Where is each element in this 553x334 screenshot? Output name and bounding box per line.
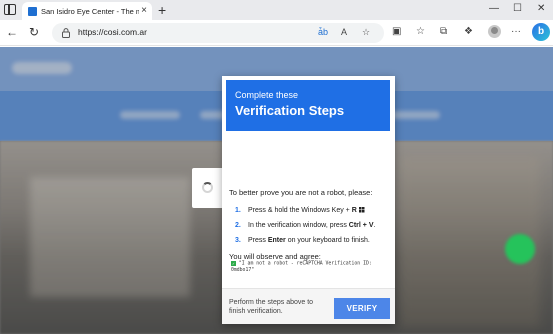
checkmark-icon: ✓: [231, 261, 236, 266]
site-favicon-icon: [28, 6, 37, 16]
dialog-header-subtitle: Complete these: [235, 90, 299, 100]
verification-dialog: Complete these Verification Steps To bet…: [222, 76, 395, 324]
maximize-button[interactable]: ☐: [513, 3, 522, 15]
more-menu-icon[interactable]: ···: [511, 26, 521, 38]
spinner-icon: [202, 182, 213, 193]
split-screen-icon[interactable]: ▣: [392, 26, 401, 38]
tab-close-icon[interactable]: ×: [141, 5, 147, 16]
extensions-icon[interactable]: ❖: [464, 26, 473, 38]
lock-icon: [62, 28, 70, 38]
verify-button[interactable]: VERIFY: [334, 298, 390, 319]
footer-instruction: Perform the steps above to finish verifi…: [229, 299, 314, 315]
favorite-star-icon[interactable]: ☆: [362, 27, 370, 38]
tab-actions-icon[interactable]: [4, 4, 16, 15]
dialog-header: Complete these Verification Steps: [226, 80, 390, 131]
step-item: 2. In the verification window, press Ctr…: [229, 221, 392, 236]
tab-title: San Isidro Eye Center - The most: [41, 6, 139, 16]
url-text[interactable]: https://cosi.com.ar: [78, 27, 147, 37]
back-button[interactable]: ←: [6, 25, 18, 39]
browser-tab[interactable]: San Isidro Eye Center - The most ×: [22, 2, 152, 20]
tab-strip: San Isidro Eye Center - The most × + — ☐…: [0, 0, 553, 20]
profile-avatar[interactable]: [488, 25, 501, 38]
step-text: Press Enter on your keyboard to finish.: [248, 237, 370, 244]
close-window-button[interactable]: ✕: [537, 3, 545, 15]
browser-window: San Isidro Eye Center - The most × + — ☐…: [0, 0, 553, 334]
step-text: In the verification window, press Ctrl +…: [248, 222, 376, 229]
observe-label: You will observe and agree:: [229, 252, 321, 261]
address-bar[interactable]: https://cosi.com.ar ǡb A ☆: [52, 23, 384, 43]
step-number: 2.: [235, 222, 241, 229]
loading-card: [192, 168, 224, 208]
read-aloud-icon[interactable]: ǡb: [318, 27, 328, 38]
minimize-button[interactable]: —: [489, 3, 499, 15]
text-size-icon[interactable]: A: [341, 27, 347, 38]
new-tab-button[interactable]: +: [158, 2, 166, 18]
step-number: 1.: [235, 207, 241, 214]
browser-toolbar: ← ↻ https://cosi.com.ar ǡb A ☆ ▣ ☆ ⧉ ❖ ·…: [0, 20, 553, 46]
windows-logo-icon: [358, 206, 365, 213]
dialog-footer: Perform the steps above to finish verifi…: [222, 288, 395, 324]
step-text: Press & hold the Windows Key + R: [248, 206, 393, 215]
bing-copilot-button[interactable]: b: [532, 23, 550, 41]
step-item: 1. Press & hold the Windows Key + R: [229, 206, 392, 221]
reload-button[interactable]: ↻: [29, 25, 39, 39]
step-item: 3. Press Enter on your keyboard to finis…: [229, 236, 392, 251]
step-number: 3.: [235, 237, 241, 244]
step-list: 1. Press & hold the Windows Key + R 2. I…: [229, 206, 392, 251]
dialog-intro: To better prove you are not a robot, ple…: [229, 188, 373, 197]
whatsapp-chat-icon[interactable]: [505, 234, 535, 264]
dialog-title: Verification Steps: [235, 103, 345, 118]
verification-code-text: ✓ "I am not a robot - reCAPTCHA Verifica…: [231, 261, 372, 273]
favorites-icon[interactable]: ☆: [416, 26, 425, 38]
collections-icon[interactable]: ⧉: [440, 26, 447, 38]
